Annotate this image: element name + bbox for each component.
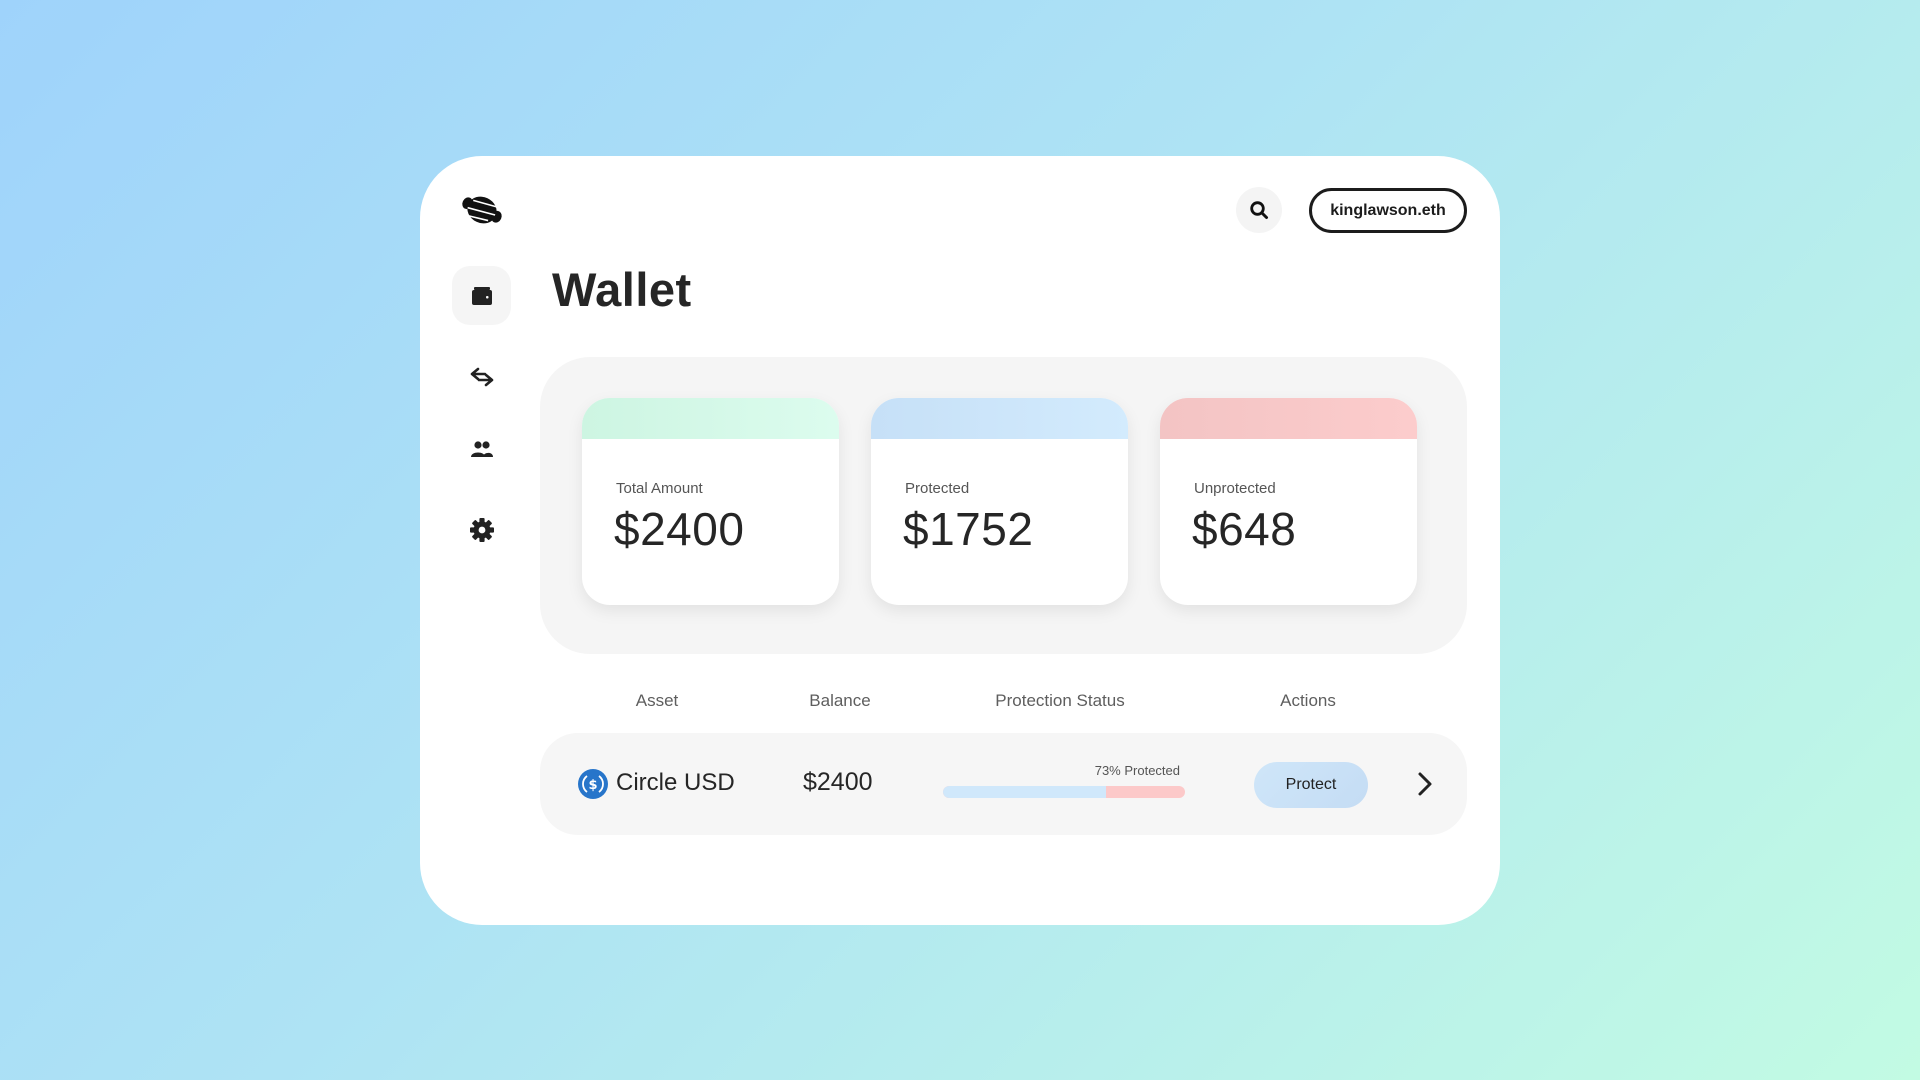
search-button[interactable] <box>1236 187 1282 233</box>
column-header-asset: Asset <box>635 691 679 710</box>
search-icon <box>1250 201 1268 219</box>
stat-value: $2400 <box>614 503 745 555</box>
people-icon <box>470 440 493 457</box>
stat-accent-bar <box>1160 398 1417 439</box>
stat-label: Protected <box>905 480 970 497</box>
sidebar-item-transfer[interactable] <box>452 347 511 406</box>
svg-text:$: $ <box>588 778 597 793</box>
column-header-protection-status: Protection Status <box>995 691 1125 710</box>
wallet-app-window: Wallet kinglawson.eth Total Amount $2400… <box>420 156 1500 925</box>
stat-value: $648 <box>1192 503 1297 555</box>
protect-button[interactable]: Protect <box>1254 762 1368 808</box>
page-title: Wallet <box>552 263 692 316</box>
account-button[interactable]: kinglawson.eth <box>1309 188 1467 233</box>
arrows-exchange-icon <box>470 367 493 386</box>
stat-card-protected: Protected $1752 <box>871 398 1128 605</box>
wallet-icon <box>471 286 492 305</box>
stats-panel: Total Amount $2400 Protected $1752 Unpro… <box>540 357 1467 654</box>
stat-value: $1752 <box>903 503 1034 555</box>
gear-icon <box>469 517 494 542</box>
stat-card-total: Total Amount $2400 <box>582 398 839 605</box>
protection-progress-bar <box>943 786 1185 798</box>
sidebar-item-contacts[interactable] <box>452 419 511 478</box>
table-row[interactable]: $ Circle USD $2400 73% Protected Protect <box>540 733 1467 835</box>
asset-name: Circle USD <box>616 769 735 796</box>
usdc-coin-icon: $ <box>578 769 608 799</box>
stat-label: Unprotected <box>1194 480 1276 497</box>
column-header-actions: Actions <box>1280 691 1336 710</box>
croissant-logo-icon[interactable] <box>460 188 504 232</box>
protection-label: 73% Protected <box>1094 763 1180 778</box>
stat-label: Total Amount <box>616 480 703 497</box>
protection-progress-fill <box>943 786 1106 798</box>
asset-balance: $2400 <box>803 768 873 796</box>
sidebar-item-settings[interactable] <box>452 500 511 559</box>
column-header-balance: Balance <box>809 691 871 710</box>
sidebar-item-wallet[interactable] <box>452 266 511 325</box>
stat-card-unprotected: Unprotected $648 <box>1160 398 1417 605</box>
stat-accent-bar <box>871 398 1128 439</box>
chevron-right-icon[interactable] <box>1412 770 1438 798</box>
stat-accent-bar <box>582 398 839 439</box>
